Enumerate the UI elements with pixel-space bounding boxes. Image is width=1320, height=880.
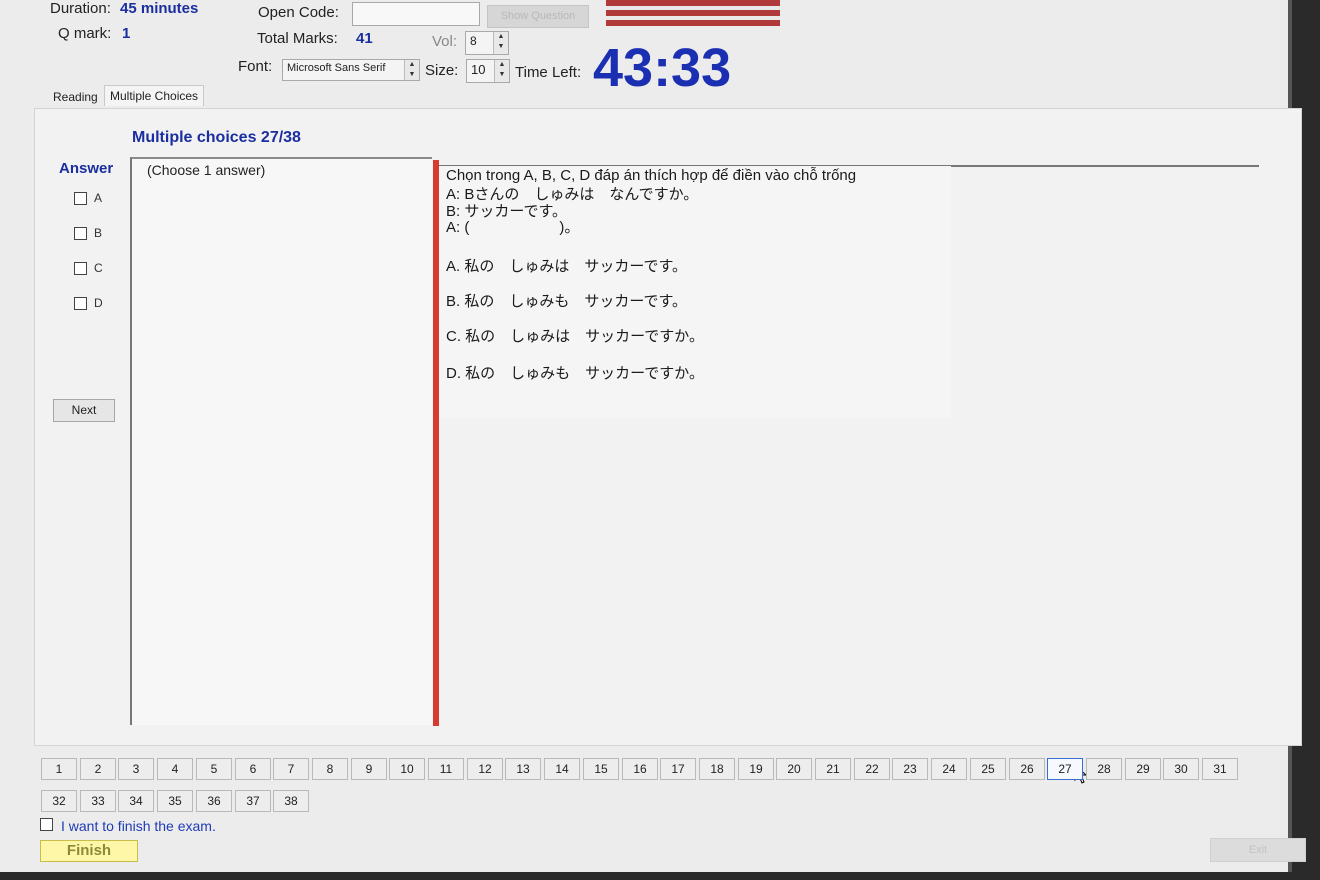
next-button[interactable]: Next bbox=[53, 399, 115, 422]
choose-hint: (Choose 1 answer) bbox=[147, 162, 266, 178]
question-nav-button[interactable]: 12 bbox=[467, 758, 503, 780]
vol-value: 8 bbox=[470, 34, 477, 48]
question-nav-button[interactable]: 29 bbox=[1125, 758, 1161, 780]
question-nav-button[interactable]: 30 bbox=[1163, 758, 1199, 780]
question-nav-button[interactable]: 27 bbox=[1047, 758, 1083, 780]
question-nav-button[interactable]: 28 bbox=[1086, 758, 1122, 780]
option-b-checkbox[interactable] bbox=[74, 227, 87, 240]
answer-choice-b: B. 私の しゅみも サッカーです。 bbox=[446, 293, 687, 310]
answer-choice-c: C. 私の しゅみは サッカーですか。 bbox=[446, 328, 704, 345]
question-nav-button[interactable]: 34 bbox=[118, 790, 154, 812]
question-nav-button[interactable]: 2 bbox=[80, 758, 116, 780]
question-nav-button[interactable]: 10 bbox=[389, 758, 425, 780]
time-left-value: 43:33 bbox=[593, 38, 732, 98]
question-nav-button[interactable]: 25 bbox=[970, 758, 1006, 780]
section-title: Multiple choices 27/38 bbox=[132, 129, 301, 146]
question-nav-button[interactable]: 13 bbox=[505, 758, 541, 780]
dialog-line-a2: A: ( )。 bbox=[446, 219, 580, 236]
flag-icon bbox=[606, 0, 780, 32]
question-nav-button[interactable]: 36 bbox=[196, 790, 232, 812]
qmark-value: 1 bbox=[122, 25, 131, 42]
answer-choice-a: A. 私の しゅみは サッカーです。 bbox=[446, 258, 687, 275]
qmark-label: Q mark: bbox=[58, 25, 112, 42]
total-marks-value: 41 bbox=[356, 30, 373, 47]
option-a-label: A bbox=[94, 191, 103, 205]
question-nav-button[interactable]: 1 bbox=[41, 758, 77, 780]
answer-area: (Choose 1 answer) bbox=[130, 157, 432, 725]
finish-button[interactable]: Finish bbox=[40, 840, 138, 862]
tab-multiple-choices[interactable]: Multiple Choices bbox=[104, 85, 205, 106]
question-nav-button[interactable]: 37 bbox=[235, 790, 271, 812]
duration-value: 45 minutes bbox=[120, 0, 199, 17]
question-nav-button[interactable]: 7 bbox=[273, 758, 309, 780]
question-nav-button[interactable]: 18 bbox=[699, 758, 735, 780]
total-marks-label: Total Marks: bbox=[257, 30, 338, 47]
question-nav-button[interactable]: 5 bbox=[196, 758, 232, 780]
time-left-label: Time Left: bbox=[515, 64, 582, 81]
option-b-label: B bbox=[94, 226, 103, 240]
question-nav-button[interactable]: 20 bbox=[776, 758, 812, 780]
question-nav-button[interactable]: 31 bbox=[1202, 758, 1238, 780]
question-nav-button[interactable]: 15 bbox=[583, 758, 619, 780]
question-nav-button[interactable]: 14 bbox=[544, 758, 580, 780]
question-nav-button[interactable]: 38 bbox=[273, 790, 309, 812]
question-instruction: Chọn trong A, B, C, D đáp án thích hợp đ… bbox=[446, 167, 857, 184]
exit-button[interactable]: Exit bbox=[1210, 838, 1306, 862]
spinner-arrows-icon[interactable]: ▲ ▼ bbox=[493, 32, 508, 54]
spinner-arrows-icon[interactable]: ▲ ▼ bbox=[404, 60, 419, 80]
size-value: 10 bbox=[471, 62, 486, 77]
question-nav-button[interactable]: 26 bbox=[1009, 758, 1045, 780]
open-code-label: Open Code: bbox=[258, 4, 339, 21]
question-nav-button[interactable]: 24 bbox=[931, 758, 967, 780]
vol-spinner[interactable]: 8 ▲ ▼ bbox=[465, 31, 509, 55]
question-nav-button[interactable]: 4 bbox=[157, 758, 193, 780]
exam-window: Duration: 45 minutes Q mark: 1 Open Code… bbox=[0, 0, 1306, 872]
finish-exam-checkbox[interactable] bbox=[40, 818, 53, 831]
show-question-button[interactable]: Show Question bbox=[487, 5, 589, 28]
question-nav-button[interactable]: 22 bbox=[854, 758, 890, 780]
option-c-label: C bbox=[94, 261, 103, 275]
open-code-input[interactable] bbox=[352, 2, 480, 26]
option-c-checkbox[interactable] bbox=[74, 262, 87, 275]
question-nav-button[interactable]: 16 bbox=[622, 758, 658, 780]
question-nav-button[interactable]: 11 bbox=[428, 758, 464, 780]
font-select[interactable]: Microsoft Sans Serif ▲ ▼ bbox=[282, 59, 420, 81]
option-d-checkbox[interactable] bbox=[74, 297, 87, 310]
spinner-arrows-icon[interactable]: ▲ ▼ bbox=[494, 60, 509, 82]
question-nav-button[interactable]: 35 bbox=[157, 790, 193, 812]
question-nav-button[interactable]: 33 bbox=[80, 790, 116, 812]
question-nav-button[interactable]: 8 bbox=[312, 758, 348, 780]
question-nav-button[interactable]: 23 bbox=[892, 758, 928, 780]
duration-label: Duration: bbox=[50, 0, 111, 17]
size-label: Size: bbox=[425, 62, 459, 79]
answer-heading: Answer bbox=[59, 160, 114, 177]
question-nav-button[interactable]: 3 bbox=[118, 758, 154, 780]
question-nav-button[interactable]: 21 bbox=[815, 758, 851, 780]
option-d-label: D bbox=[94, 296, 103, 310]
option-a-checkbox[interactable] bbox=[74, 192, 87, 205]
size-spinner[interactable]: 10 ▲ ▼ bbox=[466, 59, 510, 83]
finish-exam-label: I want to finish the exam. bbox=[61, 818, 216, 834]
question-nav-button[interactable]: 9 bbox=[351, 758, 387, 780]
font-value: Microsoft Sans Serif bbox=[287, 62, 386, 74]
question-nav-button[interactable]: 17 bbox=[660, 758, 696, 780]
font-label: Font: bbox=[238, 58, 273, 75]
answer-choice-d: D. 私の しゅみも サッカーですか。 bbox=[446, 365, 704, 382]
question-nav-button[interactable]: 6 bbox=[235, 758, 271, 780]
vol-label: Vol: bbox=[432, 33, 458, 50]
question-nav-button[interactable]: 19 bbox=[738, 758, 774, 780]
tab-reading[interactable]: Reading bbox=[48, 87, 103, 107]
question-nav-button[interactable]: 32 bbox=[41, 790, 77, 812]
